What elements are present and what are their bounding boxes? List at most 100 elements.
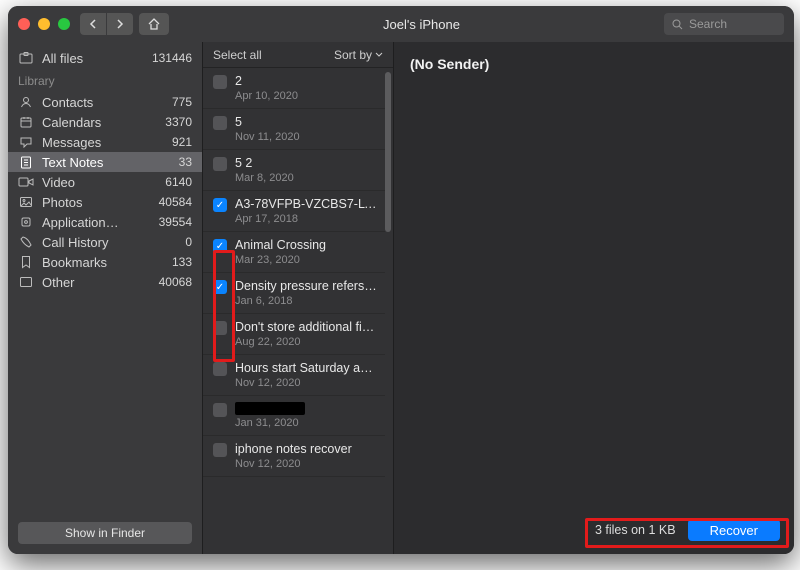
sidebar-item-label: Video (42, 175, 75, 190)
item-title: iphone notes recover (235, 442, 377, 456)
maximize-icon[interactable] (58, 18, 70, 30)
sidebar-item-application-[interactable]: Application… 39554 (8, 212, 202, 232)
forward-button[interactable] (107, 13, 133, 35)
checkbox[interactable] (213, 116, 227, 130)
phone-icon (18, 234, 34, 250)
item-count: 133 (172, 255, 192, 269)
scrollbar-thumb[interactable] (385, 72, 391, 232)
show-in-finder-button[interactable]: Show in Finder (18, 522, 192, 544)
item-count: 40584 (159, 195, 192, 209)
item-date: Nov 11, 2020 (235, 131, 377, 143)
sidebar: All files 131446 Library Contacts 775 Cale… (8, 42, 202, 554)
sidebar-all-files[interactable]: All files 131446 (8, 48, 202, 68)
notes-icon (18, 154, 34, 170)
item-title: 5 2 (235, 156, 377, 170)
footer: 3 files on 1 KB Recover (394, 514, 794, 554)
checkbox[interactable] (213, 403, 227, 417)
contacts-icon (18, 94, 34, 110)
item-count: 40068 (159, 275, 192, 289)
list-item[interactable]: ✓A3-78VFPB-VZCBS7-LVEEX…Apr 17, 2018 (203, 191, 385, 232)
item-count: 6140 (165, 175, 192, 189)
sidebar-item-label: Photos (42, 195, 82, 210)
window-title: Joel's iPhone (179, 17, 664, 32)
main-body: All files 131446 Library Contacts 775 Cale… (8, 42, 794, 554)
list-item[interactable]: Jan 31, 2020 (203, 396, 385, 436)
titlebar: Joel's iPhone Search (8, 6, 794, 42)
item-count: 0 (185, 235, 192, 249)
sidebar-item-video[interactable]: Video 6140 (8, 172, 202, 192)
item-count: 33 (179, 155, 192, 169)
item-count: 131446 (152, 51, 192, 65)
item-title: 5 (235, 115, 377, 129)
sidebar-item-label: Contacts (42, 95, 93, 110)
sidebar-item-label: Other (42, 275, 75, 290)
back-button[interactable] (80, 13, 106, 35)
preview-panel: (No Sender) 3 files on 1 KB Recover (394, 42, 794, 554)
list-item[interactable]: iphone notes recover Nov 12, 2020 (203, 436, 385, 477)
library-header: Library (8, 68, 202, 92)
list-item[interactable]: Hours start Saturday and en… Nov 12, 2020 (203, 355, 385, 396)
list-item[interactable]: 5 2Mar 8, 2020 (203, 150, 385, 191)
sidebar-item-label: Bookmarks (42, 255, 107, 270)
item-title: Hours start Saturday and en… (235, 361, 377, 375)
sidebar-item-photos[interactable]: Photos 40584 (8, 192, 202, 212)
files-icon (18, 50, 34, 66)
item-title: Density pressure refers to th… (235, 279, 377, 293)
item-date: Mar 23, 2020 (235, 254, 377, 266)
preview-body (394, 86, 794, 514)
item-date: Apr 10, 2020 (235, 90, 377, 102)
item-list-panel: Select all Sort by 2Apr 10, 2020 5 Nov 11,… (202, 42, 394, 554)
sidebar-item-other[interactable]: Other 40068 (8, 272, 202, 292)
list-item[interactable]: Don't store additional files Aug 22, 2020 (203, 314, 385, 355)
item-title: A3-78VFPB-VZCBS7-LVEEX… (235, 197, 377, 211)
sidebar-item-label: Calendars (42, 115, 101, 130)
list-item[interactable]: ✓Density pressure refers to th…Jan 6, 20… (203, 273, 385, 314)
close-icon[interactable] (18, 18, 30, 30)
checkbox[interactable] (213, 443, 227, 457)
list-item[interactable]: ✓Animal CrossingMar 23, 2020 (203, 232, 385, 273)
checkbox[interactable] (213, 157, 227, 171)
chevron-down-icon (375, 52, 383, 58)
checkbox[interactable] (213, 321, 227, 335)
sort-by-label: Sort by (334, 48, 372, 62)
calendar-icon (18, 114, 34, 130)
list-scroll-area: 2Apr 10, 2020 5 Nov 11, 2020 5 2Mar 8, 2020… (203, 68, 393, 554)
list-item[interactable]: 2Apr 10, 2020 (203, 68, 385, 109)
sidebar-item-label: Messages (42, 135, 101, 150)
item-date: Nov 12, 2020 (235, 377, 377, 389)
traffic-lights (18, 18, 70, 30)
sidebar-item-messages[interactable]: Messages921 (8, 132, 202, 152)
item-count: 775 (172, 95, 192, 109)
nav-buttons (80, 13, 133, 35)
item-count: 3370 (165, 115, 192, 129)
home-button[interactable] (139, 13, 169, 35)
minimize-icon[interactable] (38, 18, 50, 30)
select-all-button[interactable]: Select all (213, 48, 262, 62)
recover-button[interactable]: Recover (688, 519, 780, 541)
photos-icon (18, 194, 34, 210)
checkbox[interactable] (213, 362, 227, 376)
sidebar-item-text-notes[interactable]: Text Notes33 (8, 152, 202, 172)
app-window: Joel's iPhone Search All files 131446 Li… (8, 6, 794, 554)
sidebar-item-call-history[interactable]: Call History0 (8, 232, 202, 252)
sort-by-button[interactable]: Sort by (334, 48, 383, 62)
sidebar-item-calendars[interactable]: Calendars 3370 (8, 112, 202, 132)
folder-icon (18, 274, 34, 290)
list-item[interactable]: 5 Nov 11, 2020 (203, 109, 385, 150)
checkbox[interactable]: ✓ (213, 239, 227, 253)
item-date: Nov 12, 2020 (235, 458, 377, 470)
sidebar-item-label: All files (42, 51, 83, 66)
sidebar-item-contacts[interactable]: Contacts 775 (8, 92, 202, 112)
messages-icon (18, 134, 34, 150)
checkbox[interactable] (213, 75, 227, 89)
sidebar-item-label: Application… (42, 215, 119, 230)
checkbox[interactable]: ✓ (213, 198, 227, 212)
search-input[interactable]: Search (664, 13, 784, 35)
selection-status: 3 files on 1 KB (595, 523, 676, 537)
item-title: Don't store additional files (235, 320, 377, 334)
item-title (235, 402, 305, 415)
sidebar-item-bookmarks[interactable]: Bookmarks 133 (8, 252, 202, 272)
item-count: 39554 (159, 215, 192, 229)
item-date: Aug 22, 2020 (235, 336, 377, 348)
checkbox[interactable]: ✓ (213, 280, 227, 294)
